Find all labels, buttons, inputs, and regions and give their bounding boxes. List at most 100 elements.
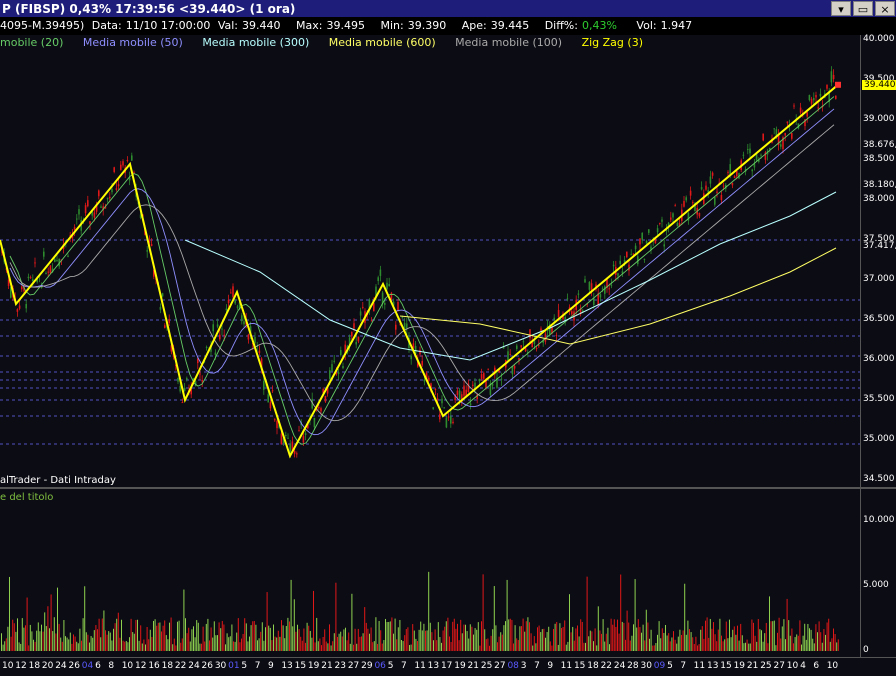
- volume-bar: [473, 634, 474, 651]
- price-candle: [436, 398, 439, 400]
- volume-bar: [476, 629, 478, 651]
- volume-bar: [493, 586, 495, 651]
- volume-pane[interactable]: [0, 489, 860, 657]
- volume-bar: [599, 630, 601, 651]
- price-candle: [201, 380, 203, 382]
- volume-chart[interactable]: [0, 489, 860, 657]
- date-tick-label: 25: [480, 661, 493, 671]
- close-button[interactable]: ×: [875, 1, 895, 16]
- ma20-line: [9, 96, 835, 445]
- price-candle: [45, 272, 47, 275]
- volume-bar: [165, 635, 167, 651]
- volume-bar: [313, 590, 314, 651]
- price-candle: [258, 350, 261, 354]
- volume-bar: [52, 631, 54, 651]
- volume-bar: [201, 643, 202, 651]
- date-tick-label: 11: [560, 661, 573, 671]
- price-candle: [716, 191, 718, 193]
- volume-bar: [818, 621, 820, 651]
- volume-bar: [703, 638, 705, 651]
- volume-bar: [567, 641, 569, 651]
- price-candle: [826, 84, 828, 89]
- price-chart[interactable]: [0, 35, 860, 487]
- volume-bar: [793, 643, 794, 651]
- volume-bar: [138, 640, 140, 651]
- date-tick-label: 9: [268, 661, 274, 671]
- volume-bar: [247, 641, 249, 651]
- price-candle: [566, 298, 569, 300]
- volume-bar: [783, 619, 785, 651]
- date-tick-label: 19: [454, 661, 466, 671]
- price-chart-pane[interactable]: [0, 35, 860, 487]
- volume-bar: [765, 622, 767, 651]
- volume-bar: [202, 626, 204, 651]
- volume-bar: [786, 598, 788, 651]
- volume-bar: [85, 632, 87, 651]
- date-tick-label: 5: [241, 661, 248, 671]
- volume-bar: [797, 635, 799, 651]
- price-candle: [736, 170, 738, 177]
- volume-bar: [649, 638, 650, 651]
- volume-bar: [727, 638, 729, 651]
- volume-bar: [377, 643, 378, 651]
- price-candle: [287, 437, 289, 439]
- val-label: Val:: [217, 19, 239, 32]
- date-tick-label: 12: [135, 661, 147, 671]
- volume-bar: [71, 643, 73, 651]
- date-tick-label: 24: [55, 661, 67, 671]
- volume-bar: [212, 637, 214, 651]
- date-tick-label: 15: [720, 661, 732, 671]
- volume-bar: [338, 633, 340, 651]
- volume-bar: [186, 633, 188, 651]
- volume-bar: [466, 631, 468, 651]
- minimize-button[interactable]: ▾: [831, 1, 851, 16]
- volume-bar: [596, 645, 598, 651]
- volume-bar: [829, 641, 831, 651]
- volume-bar: [213, 621, 215, 651]
- volume-bar: [733, 626, 735, 651]
- volume-bar: [740, 623, 742, 651]
- volume-bar: [634, 579, 636, 651]
- volume-bar: [375, 617, 377, 651]
- price-candle: [269, 402, 272, 409]
- volume-bar: [722, 641, 724, 651]
- volume-bar: [217, 635, 218, 651]
- volume-bar: [434, 629, 436, 651]
- price-candle: [447, 416, 450, 418]
- volume-bar: [122, 640, 124, 651]
- volume-bar: [545, 637, 546, 651]
- volume-bar: [49, 628, 50, 651]
- ma100-line: [9, 124, 835, 422]
- date-tick-label: 30: [214, 661, 227, 671]
- volume-bar: [314, 642, 316, 651]
- price-candle: [639, 238, 641, 245]
- price-candle: [205, 346, 208, 348]
- volume-bar: [79, 628, 81, 651]
- price-tick-label: 40.000: [863, 34, 895, 44]
- date-tick-label: 09: [653, 661, 666, 671]
- price-candle: [29, 277, 32, 279]
- volume-bar: [231, 624, 233, 651]
- price-candle: [122, 161, 124, 166]
- volume-bar: [573, 640, 575, 651]
- volume-bar: [794, 637, 796, 651]
- price-candle: [98, 190, 100, 197]
- price-candle: [89, 221, 91, 224]
- volume-bar: [457, 623, 458, 651]
- volume-bar: [831, 638, 833, 651]
- volume-bar: [279, 636, 281, 651]
- volume-bar: [801, 644, 802, 651]
- volume-bar: [265, 627, 266, 651]
- volume-bar: [191, 629, 193, 651]
- price-candle: [747, 149, 749, 151]
- maximize-button[interactable]: ▭: [853, 1, 873, 16]
- volume-bar: [82, 618, 84, 651]
- volume-bar: [701, 626, 703, 651]
- price-candle: [729, 164, 731, 175]
- ape-value: 39.445: [490, 19, 530, 32]
- price-candle: [731, 183, 734, 186]
- price-candle: [199, 373, 201, 375]
- volume-bar: [93, 630, 95, 651]
- volume-bar: [433, 640, 434, 651]
- data-label: Data:: [91, 19, 122, 32]
